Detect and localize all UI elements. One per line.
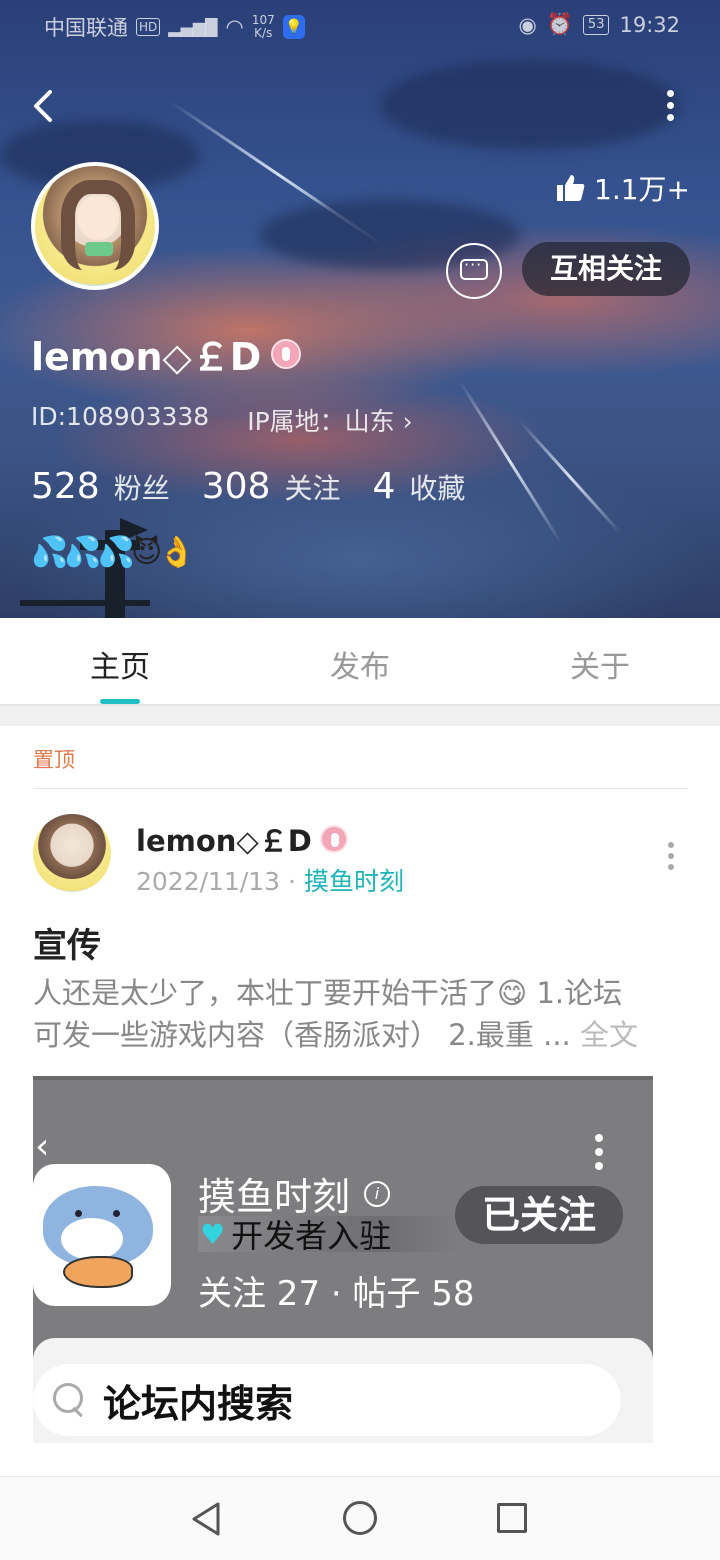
post-more-button[interactable] — [668, 842, 676, 875]
network-speed: 107 K/s — [251, 13, 275, 40]
hd-icon: HD — [136, 18, 161, 36]
post-title[interactable]: 宣传 — [33, 918, 101, 967]
heart-icon: ♥ — [200, 1217, 226, 1251]
post-image[interactable]: ‹ 摸鱼时刻 i ♥ 开发者入驻 关注 27 · 帖子 58 已关注 论坛内搜索 — [33, 1076, 653, 1443]
more-options-button[interactable] — [664, 90, 676, 122]
username: lemon◇￡D — [31, 326, 302, 381]
system-nav-bar — [0, 1476, 720, 1560]
user-id: ID:108903338 — [31, 402, 210, 431]
clock: 19:32 — [619, 12, 680, 37]
full-text-link[interactable]: 全文 — [580, 1018, 638, 1052]
nav-recents-icon[interactable] — [497, 1503, 527, 1533]
sky-streak — [458, 380, 562, 544]
mutual-follow-button[interactable]: 互相关注 — [522, 242, 690, 296]
nav-back-icon[interactable] — [190, 1501, 222, 1537]
info-icon: i — [364, 1180, 391, 1207]
status-bar: 中国联通 HD ▂▄▆█ ◠ 107 K/s 💡 ◉ ⏰ 53 19:32 — [0, 0, 720, 52]
developer-badge: ♥ 开发者入驻 — [198, 1216, 458, 1255]
ip-location-link[interactable]: IP属地：山东 › — [247, 402, 412, 438]
alarm-icon: ⏰ — [546, 12, 573, 36]
tab-home[interactable]: 主页 — [60, 642, 180, 686]
tab-indicator — [100, 699, 140, 704]
fans-count[interactable]: 528 — [31, 466, 100, 507]
favorites-label[interactable]: 收藏 — [409, 467, 465, 507]
user-badge-icon — [271, 338, 302, 369]
battery-icon: 53 — [582, 14, 610, 35]
post-author-avatar[interactable] — [33, 814, 111, 892]
favorites-count[interactable]: 4 — [372, 466, 395, 507]
pinned-label: 置顶 — [33, 748, 75, 772]
fans-label[interactable]: 粉丝 — [114, 467, 170, 507]
back-button[interactable] — [28, 84, 64, 128]
avatar[interactable] — [31, 162, 159, 290]
signal-icon: ▂▄▆█ — [168, 17, 218, 37]
post-body[interactable]: 人还是太少了，本壮丁要开始干活了😋 1.论坛 可发一些游戏内容（香肠派对） 2.… — [33, 972, 693, 1056]
post-author[interactable]: lemon◇￡D — [136, 818, 348, 860]
followed-button: 已关注 — [455, 1186, 623, 1244]
following-count[interactable]: 308 — [202, 466, 271, 507]
forum-icon — [33, 1164, 171, 1306]
section-gap — [0, 706, 720, 726]
more-options-icon — [595, 1134, 603, 1176]
chevron-left-icon — [34, 90, 52, 122]
following-label[interactable]: 关注 — [284, 467, 340, 507]
thumbs-up-icon — [557, 175, 585, 201]
sky-streak — [518, 420, 622, 534]
profile-header-background — [0, 0, 720, 618]
likes-count: 1.1万+ — [556, 168, 690, 208]
post-meta: 2022/11/13 · 摸鱼时刻 — [136, 867, 404, 896]
eye-icon: ◉ — [518, 12, 537, 37]
bulb-icon: 💡 — [282, 15, 305, 39]
tab-posts[interactable]: 发布 — [300, 642, 420, 686]
post-date: 2022/11/13 — [136, 867, 281, 896]
profile-tabs: 主页 发布 关于 — [0, 618, 720, 706]
nav-home-icon[interactable] — [343, 1501, 377, 1535]
message-button[interactable] — [446, 243, 502, 299]
tab-about[interactable]: 关于 — [540, 642, 660, 686]
chat-bubble-icon — [460, 255, 488, 280]
profile-stats: 528 粉丝 308 关注 4 收藏 — [31, 466, 483, 507]
search-icon — [53, 1383, 87, 1417]
user-badge-icon — [319, 825, 348, 853]
post-topic-link[interactable]: 摸鱼时刻 — [304, 867, 404, 896]
carrier-name: 中国联通 — [44, 16, 128, 40]
forum-search-bar: 论坛内搜索 — [33, 1364, 621, 1436]
divider — [33, 788, 688, 789]
cloud — [380, 60, 680, 150]
user-ids: ID:108903338 IP属地：山东 › — [31, 402, 413, 438]
forum-stats: 关注 27 · 帖子 58 — [198, 1274, 475, 1314]
bio-emojis: 💦💦💦😈👌 — [31, 535, 196, 570]
chevron-left-icon: ‹ — [35, 1126, 50, 1167]
wifi-icon: ◠ — [225, 15, 244, 39]
